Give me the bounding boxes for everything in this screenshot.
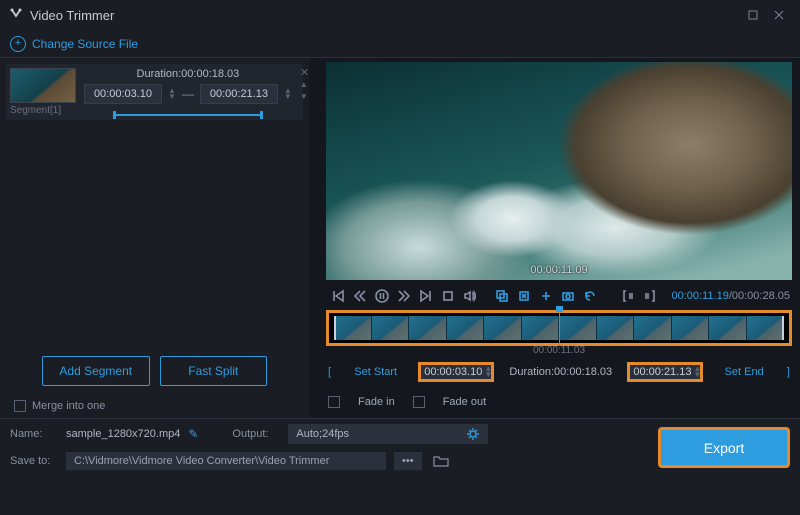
segment-remove-icon[interactable]: ✕ [300, 68, 309, 78]
chevron-down-icon[interactable]: ▼ [300, 92, 309, 102]
close-button[interactable] [766, 2, 792, 28]
next-segment-icon[interactable] [416, 286, 436, 306]
bracket-close-icon: ] [787, 366, 790, 378]
prev-segment-icon[interactable] [328, 286, 348, 306]
trim-duration-label: Duration:00:00:18.03 [509, 366, 612, 378]
delete-icon[interactable] [514, 286, 534, 306]
output-label: Output: [232, 428, 280, 440]
end-time-input[interactable]: 00:00:21.13▲▼ [629, 364, 701, 380]
fade-in-label: Fade in [358, 396, 395, 408]
step-forward-icon[interactable] [394, 286, 414, 306]
seg-start-input[interactable]: 00:00:03.10 [84, 84, 162, 104]
stop-icon[interactable] [438, 286, 458, 306]
bracket-open-icon: [ [328, 366, 331, 378]
output-select[interactable]: Auto;24fps [288, 424, 488, 444]
browse-button[interactable]: ••• [394, 452, 422, 470]
timeline-playhead[interactable] [559, 310, 560, 346]
set-end-button[interactable]: Set End [719, 366, 770, 378]
playback-time: 00:00:11.19/00:00:28.05 [672, 290, 790, 302]
add-cut-icon[interactable] [536, 286, 556, 306]
segment-label: Segment[1] [10, 105, 76, 116]
change-source-label: Change Source File [32, 37, 138, 51]
seg-start-stepper[interactable]: ▲▼ [168, 88, 176, 100]
fade-out-label: Fade out [443, 396, 486, 408]
app-logo-icon [8, 7, 24, 23]
change-source-button[interactable]: + Change Source File [10, 36, 138, 52]
save-path: C:\Vidmore\Vidmore Video Converter\Video… [66, 452, 386, 470]
edit-name-icon[interactable]: ✎ [188, 427, 198, 441]
bracket-in-icon[interactable] [618, 286, 638, 306]
merge-label: Merge into one [32, 400, 105, 412]
footer: Name: sample_1280x720.mp4 ✎ Output: Auto… [0, 418, 800, 476]
plus-circle-icon: + [10, 36, 26, 52]
open-folder-icon[interactable] [430, 450, 452, 472]
copy-icon[interactable] [492, 286, 512, 306]
seg-end-stepper[interactable]: ▲▼ [284, 88, 292, 100]
name-label: Name: [10, 428, 58, 440]
volume-icon[interactable] [460, 286, 480, 306]
fade-out-checkbox[interactable] [413, 396, 425, 408]
segment-range-bar[interactable] [113, 114, 263, 116]
fade-in-checkbox[interactable] [328, 396, 340, 408]
fast-split-button[interactable]: Fast Split [160, 356, 268, 386]
filename: sample_1280x720.mp4 [66, 428, 180, 440]
set-start-button[interactable]: Set Start [348, 366, 403, 378]
undo-icon[interactable] [580, 286, 600, 306]
save-label: Save to: [10, 455, 58, 467]
add-segment-button[interactable]: Add Segment [42, 356, 150, 386]
export-button[interactable]: Export [660, 429, 788, 466]
minimize-button[interactable] [740, 2, 766, 28]
app-title: Video Trimmer [30, 8, 114, 23]
timeline-time-label: 00:00:11.03 [328, 345, 790, 356]
segment-duration: Duration:00:00:18.03 [137, 68, 240, 80]
merge-checkbox[interactable] [14, 400, 26, 412]
segment-item[interactable]: Segment[1] Duration:00:00:18.03 00:00:03… [6, 64, 303, 120]
segment-panel: Segment[1] Duration:00:00:18.03 00:00:03… [0, 58, 310, 418]
snapshot-icon[interactable] [558, 286, 578, 306]
step-back-icon[interactable] [350, 286, 370, 306]
play-pause-icon[interactable] [372, 286, 392, 306]
video-preview: 00:00:11.09 [326, 62, 792, 280]
topbar: + Change Source File [0, 30, 800, 58]
titlebar: Video Trimmer [0, 0, 800, 30]
timeline[interactable]: 00:00:11.03 [328, 312, 790, 344]
preview-time-overlay: 00:00:11.09 [530, 264, 587, 276]
start-time-input[interactable]: 00:00:03.10▲▼ [420, 364, 492, 380]
seg-end-input[interactable]: 00:00:21.13 [200, 84, 278, 104]
gear-icon [466, 427, 480, 441]
chevron-up-icon[interactable]: ▲ [300, 80, 309, 90]
bracket-out-icon[interactable] [640, 286, 660, 306]
segment-thumbnail [10, 68, 76, 103]
